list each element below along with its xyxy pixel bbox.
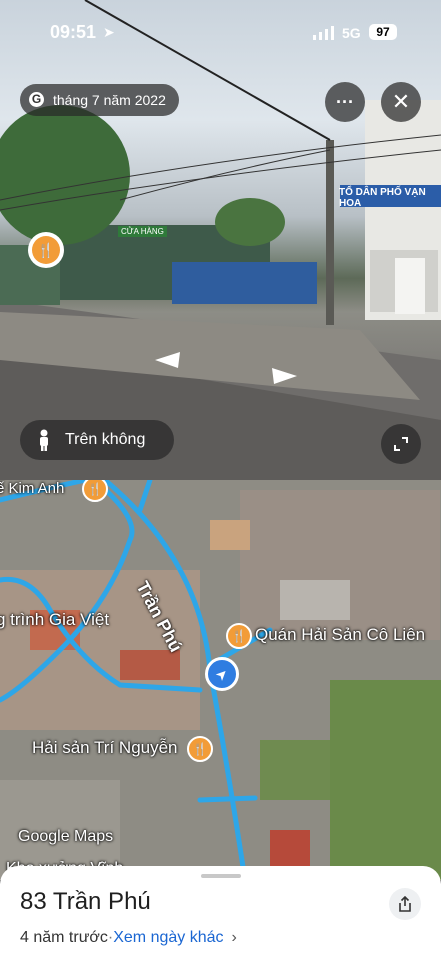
- capture-info: 4 năm trước·Xem ngày khác ›: [20, 929, 237, 947]
- poi-label-tri-nguyen[interactable]: Hải sản Trí Nguyễn: [32, 738, 178, 758]
- current-location-marker[interactable]: ➤: [205, 657, 239, 691]
- restaurant-pin-co-lien[interactable]: 🍴: [226, 623, 252, 649]
- signal-icon: [313, 26, 334, 40]
- fork-knife-icon: 🍴: [231, 629, 247, 643]
- fork-knife-icon: 🍴: [192, 742, 208, 756]
- restaurant-pin-tri-nguyen[interactable]: 🍴: [187, 736, 213, 762]
- poi-label-hai-san-co-lien[interactable]: Quán Hải Sản Cô Liên: [255, 625, 425, 645]
- google-maps-watermark: Google Maps: [18, 828, 114, 845]
- shop-sign-text: CỬA HÀNG: [118, 226, 167, 237]
- poi-label-gia-viet[interactable]: g trình Gia Việt: [0, 610, 109, 630]
- close-icon: ✕: [391, 89, 411, 114]
- map-panel[interactable]: ế Kim Anh 🍴 Trần Phú g trình Gia Việt 🍴 …: [0, 480, 441, 880]
- fork-knife-icon: 🍴: [32, 236, 60, 264]
- street-sign-text: TỔ DÂN PHỐ VẠN HOA: [339, 187, 426, 209]
- aerial-view-label: Trên không: [65, 431, 146, 448]
- place-bottom-sheet[interactable]: 83 Trần Phú 4 năm trước·Xem ngày khác ›: [0, 866, 441, 960]
- navigation-arrow-icon: ➤: [211, 663, 232, 684]
- fork-knife-icon: 🍴: [87, 482, 103, 496]
- other-dates-link[interactable]: Xem ngày khác: [113, 929, 223, 946]
- network-type: 5G: [342, 25, 361, 41]
- person-icon: [37, 429, 51, 456]
- capture-age: 4 năm trước: [20, 929, 108, 946]
- chevron-right-icon[interactable]: ›: [232, 929, 237, 946]
- place-address: 83 Trần Phú: [20, 888, 151, 915]
- date-label: tháng 7 năm 2022: [53, 92, 166, 108]
- poi-label-kim-anh[interactable]: ế Kim Anh: [0, 480, 64, 497]
- aerial-view-button[interactable]: Trên không: [20, 420, 174, 460]
- street-view-panel[interactable]: TỔ DÂN PHỐ VẠN HOA CỬA HÀNG 09:51 ➤ 5G 9…: [0, 0, 441, 480]
- street-view-date-chip[interactable]: G tháng 7 năm 2022: [20, 84, 179, 116]
- status-time: 09:51: [50, 22, 97, 42]
- google-g-icon: G: [29, 92, 44, 107]
- more-icon: ···: [336, 91, 354, 112]
- expand-button[interactable]: [381, 424, 421, 464]
- drag-handle[interactable]: [201, 874, 241, 878]
- close-button[interactable]: ✕: [381, 82, 421, 122]
- more-options-button[interactable]: ···: [325, 82, 365, 122]
- share-icon: [399, 896, 411, 912]
- share-button[interactable]: [389, 888, 421, 920]
- expand-icon: [394, 437, 408, 451]
- location-arrow-icon: ➤: [103, 24, 115, 40]
- restaurant-poi-marker[interactable]: 🍴: [28, 232, 64, 268]
- street-view-scene: [0, 0, 441, 480]
- battery-level: 97: [369, 24, 397, 40]
